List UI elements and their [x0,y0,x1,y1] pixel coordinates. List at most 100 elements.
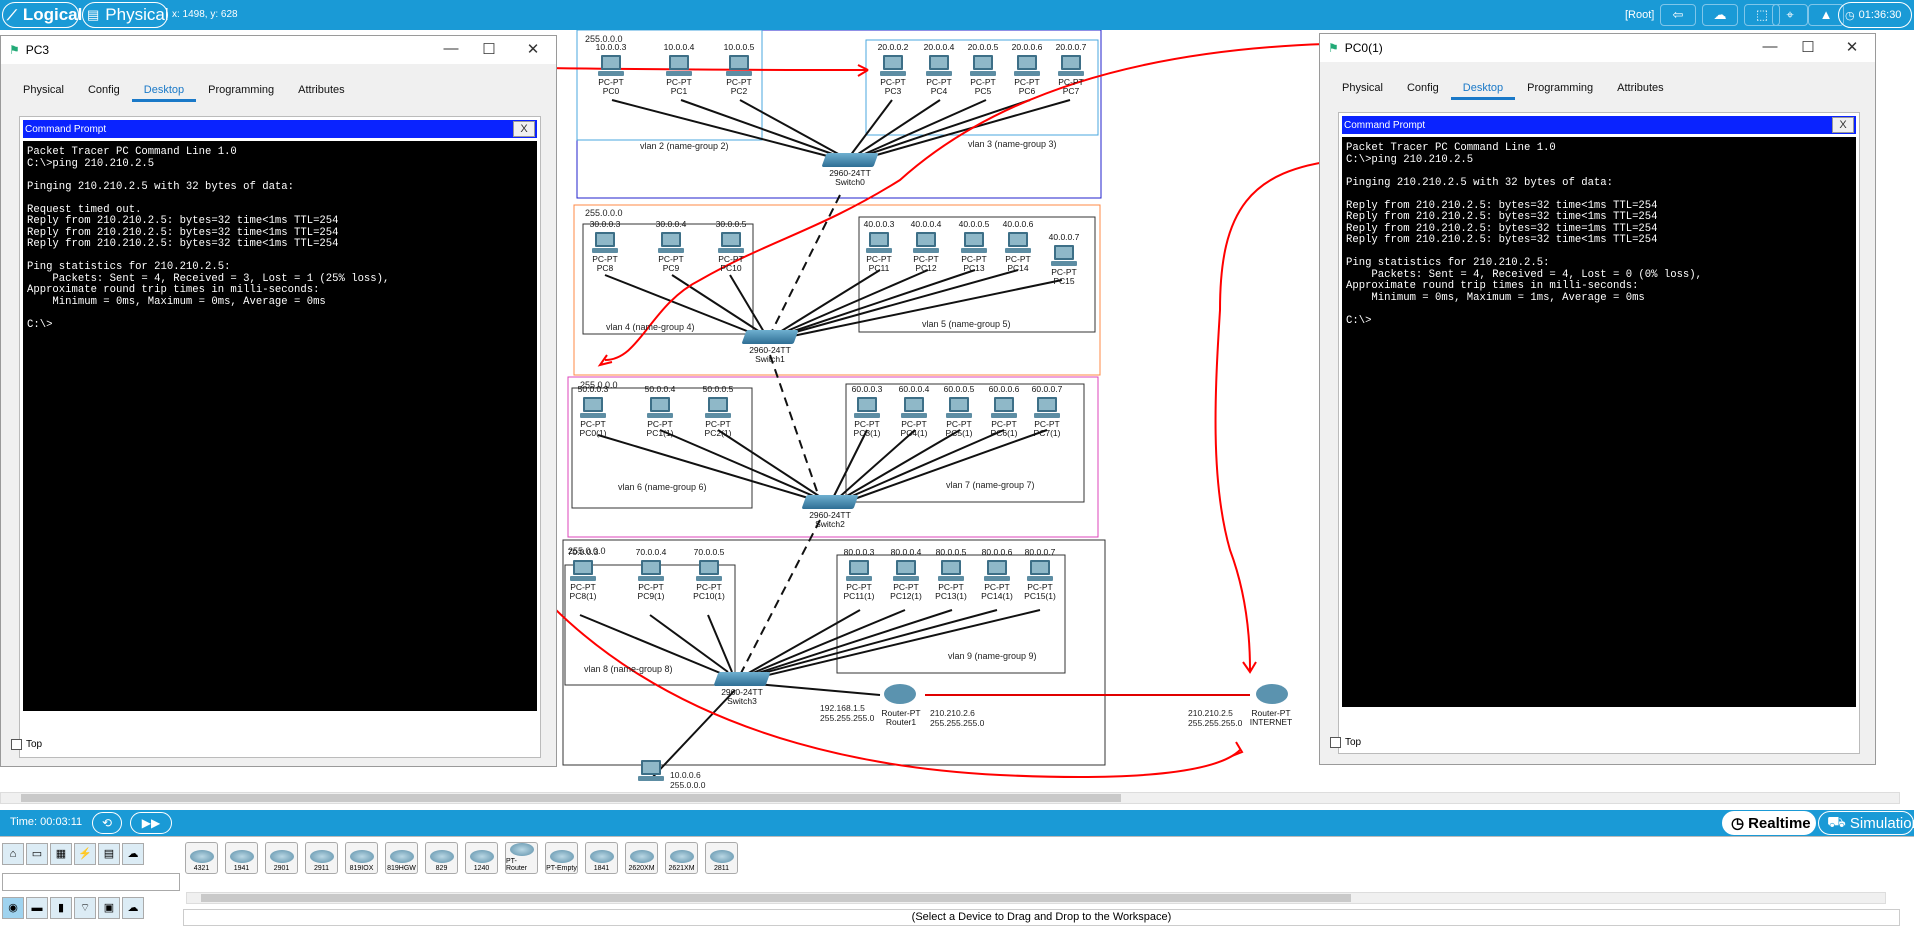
pc-device[interactable]: 80.0.0.4 PC-PT PC12(1) [885,548,927,601]
move-icon[interactable]: ⌖ [1772,4,1808,26]
misc-icon[interactable]: ▤ [98,843,120,865]
multiuser-icon[interactable]: ☁ [122,843,144,865]
pc-device[interactable]: 70.0.0.5 PC-PT PC10(1) [688,548,730,601]
pc0-1-terminal[interactable]: Packet Tracer PC Command Line 1.0 C:\>pi… [1342,137,1856,707]
pc-device[interactable]: 30.0.0.5 PC-PT PC10 [710,220,752,273]
pc-device[interactable]: 20.0.0.2 PC-PT PC3 [872,43,914,96]
workspace-horizontal-scrollbar[interactable] [0,792,1900,804]
router-model-tile[interactable]: 819IOX [345,842,378,874]
cloud-icon[interactable]: ☁ [1702,4,1738,26]
pc0-1-top-checkbox[interactable]: Top [1330,737,1361,748]
pc-device[interactable]: 60.0.0.7 PC-PT PC7(1) [1026,385,1068,438]
palette-scrollbar[interactable] [186,892,1886,904]
pc-device[interactable]: 60.0.0.4 PC-PT PC4(1) [893,385,935,438]
pc3-terminal[interactable]: Packet Tracer PC Command Line 1.0 C:\>pi… [23,141,537,711]
palette-scrollbar-thumb[interactable] [201,894,1351,902]
minimize-icon[interactable]: — [1750,38,1790,55]
tab-physical[interactable]: Physical [11,81,76,102]
router-model-tile[interactable]: 2901 [265,842,298,874]
router-model-tile[interactable]: 2620XM [625,842,658,874]
switch0[interactable]: 2960-24TT Switch0 [820,153,880,187]
physical-mode-button[interactable]: ▤ Physical [82,2,169,28]
pc-device[interactable]: 40.0.0.6 PC-PT PC14 [997,220,1039,273]
pc-device[interactable]: 20.0.0.5 PC-PT PC5 [962,43,1004,96]
pc-device[interactable]: 30.0.0.4 PC-PT PC9 [650,220,692,273]
switch3[interactable]: 2960-24TT Switch3 [712,672,772,706]
router-model-tile[interactable]: 2811 [705,842,738,874]
tab-physical[interactable]: Physical [1330,79,1395,100]
router-model-tile[interactable]: 4321 [185,842,218,874]
pc3-cmd-close-button[interactable]: X [513,121,535,137]
pc0-1-cmd-close-button[interactable]: X [1832,117,1854,133]
wireless-icon[interactable]: ⌔ [74,897,96,919]
tab-desktop[interactable]: Desktop [131,81,197,102]
wan-emulation-icon[interactable]: ☁ [122,897,144,919]
tab-programming[interactable]: Programming [1515,79,1605,100]
pc3-top-checkbox[interactable]: Top [11,739,42,750]
connections-icon[interactable]: ⚡ [74,843,96,865]
pc-device[interactable]: 40.0.0.4 PC-PT PC12 [905,220,947,273]
router1[interactable] [884,684,916,704]
fast-forward-icon[interactable]: ▶▶ [130,812,172,834]
root-breadcrumb[interactable]: [Root] [1625,9,1654,21]
router-model-tile[interactable]: PT-Router [505,842,538,874]
router-model-tile[interactable]: 829 [425,842,458,874]
switch1[interactable]: 2960-24TT Switch1 [740,330,800,364]
tab-attributes[interactable]: Attributes [1605,79,1675,100]
power-cycle-icon[interactable]: ⟲ [92,812,122,834]
maximize-icon[interactable]: ☐ [469,40,509,58]
pc-device[interactable]: 10.0.0.4 PC-PT PC1 [658,43,700,96]
pc-device[interactable]: 80.0.0.3 PC-PT PC11(1) [838,548,880,601]
pc-device[interactable]: 50.0.0.3 PC-PT PC0(1) [572,385,614,438]
router-model-tile[interactable]: PT-Empty [545,842,578,874]
pc-device[interactable]: 80.0.0.5 PC-PT PC13(1) [930,548,972,601]
pc-device[interactable]: 80.0.0.6 PC-PT PC14(1) [976,548,1018,601]
network-devices-icon[interactable]: ⌂ [2,843,24,865]
tab-attributes[interactable]: Attributes [286,81,356,102]
close-icon[interactable]: ✕ [1832,38,1872,56]
router-model-tile[interactable]: 1841 [585,842,618,874]
end-devices-icon[interactable]: ▭ [26,843,48,865]
logical-mode-button[interactable]: ⟋ Logical [2,2,82,28]
close-icon[interactable]: ✕ [513,40,553,58]
pc-device[interactable]: 70.0.0.4 PC-PT PC9(1) [630,548,672,601]
switch2[interactable]: 2960-24TT Switch2 [800,495,860,529]
components-icon[interactable]: ▦ [50,843,72,865]
hubs-icon[interactable]: ▮ [50,897,72,919]
pc-device[interactable]: 50.0.0.5 PC-PT PC2(1) [697,385,739,438]
back-icon[interactable]: ⇦ [1660,4,1696,26]
router-model-tile[interactable]: 819HGW [385,842,418,874]
pc-device[interactable]: 10.0.0.5 PC-PT PC2 [718,43,760,96]
pc-device[interactable]: 60.0.0.6 PC-PT PC6(1) [983,385,1025,438]
tab-programming[interactable]: Programming [196,81,286,102]
router-model-tile[interactable]: 2911 [305,842,338,874]
pc-device[interactable]: 80.0.0.7 PC-PT PC15(1) [1019,548,1061,601]
routers-icon[interactable]: ◉ [2,897,24,919]
pc-device[interactable]: 40.0.0.5 PC-PT PC13 [953,220,995,273]
realtime-button[interactable]: ◷ Realtime [1722,811,1816,835]
pc-device[interactable]: 50.0.0.4 PC-PT PC1(1) [639,385,681,438]
pc-device[interactable]: 40.0.0.3 PC-PT PC11 [858,220,900,273]
pc-device[interactable]: 30.0.0.3 PC-PT PC8 [584,220,626,273]
pc-device[interactable]: 20.0.0.4 PC-PT PC4 [918,43,960,96]
router-model-tile[interactable]: 1240 [465,842,498,874]
internet-router[interactable] [1256,684,1288,704]
minimize-icon[interactable]: — [431,40,471,57]
pc-device[interactable]: 20.0.0.6 PC-PT PC6 [1006,43,1048,96]
simulation-button[interactable]: ⛟ Simulation [1818,811,1914,835]
pc-device[interactable]: 70.0.0.3 PC-PT PC8(1) [562,548,604,601]
maximize-icon[interactable]: ☐ [1788,38,1828,56]
router-model-tile[interactable]: 2621XM [665,842,698,874]
scrollbar-thumb[interactable] [21,794,1121,802]
pc-device[interactable]: 20.0.0.7 PC-PT PC7 [1050,43,1092,96]
pc-device[interactable]: 60.0.0.3 PC-PT PC3(1) [846,385,888,438]
pc-device[interactable]: 60.0.0.5 PC-PT PC5(1) [938,385,980,438]
router-model-tile[interactable]: 1941 [225,842,258,874]
pc-device[interactable]: 10.0.0.3 PC-PT PC0 [590,43,632,96]
bottom-pc[interactable] [630,760,672,783]
tab-config[interactable]: Config [1395,79,1451,100]
switches-icon[interactable]: ▬ [26,897,48,919]
tab-desktop[interactable]: Desktop [1450,79,1516,100]
security-icon[interactable]: ▣ [98,897,120,919]
tab-config[interactable]: Config [76,81,132,102]
